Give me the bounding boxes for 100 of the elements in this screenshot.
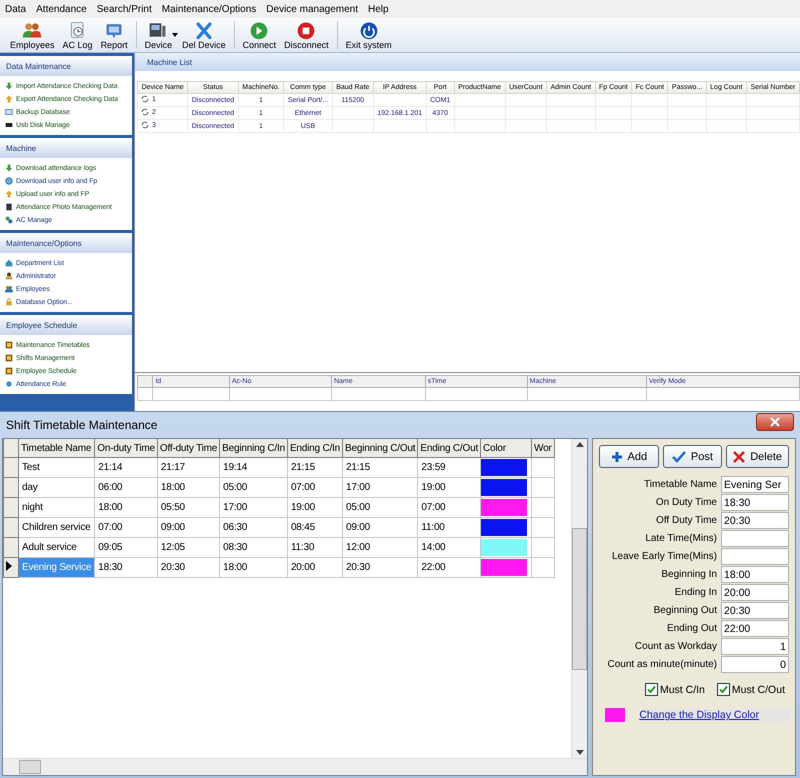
table-cell[interactable]: 11:30 <box>287 538 342 558</box>
caret-icon[interactable] <box>172 33 178 37</box>
table-cell[interactable]: 18:00 <box>94 498 158 518</box>
input-field[interactable] <box>721 530 789 547</box>
table-cell[interactable]: 09:00 <box>342 518 418 538</box>
checkbox[interactable] <box>716 683 730 696</box>
column-header[interactable]: Beginning C/Out <box>342 439 418 458</box>
input-field[interactable]: 0 <box>721 656 789 673</box>
vertical-scrollbar[interactable] <box>571 439 587 758</box>
table-cell[interactable]: 09:00 <box>157 518 220 538</box>
table-cell[interactable]: 21:14 <box>94 458 158 478</box>
table-cell[interactable]: 07:00 <box>94 518 158 538</box>
menu-item[interactable]: Maintenance/Options <box>156 4 262 14</box>
column-header[interactable]: Ending C/In <box>287 439 342 458</box>
menu-item[interactable]: Data <box>0 4 32 14</box>
column-header[interactable]: Ending C/Out <box>418 439 481 458</box>
table-cell[interactable]: 18:00 <box>157 478 220 498</box>
input-field[interactable]: 18:00 <box>721 566 789 583</box>
menu-item[interactable]: Attendance <box>31 4 92 14</box>
table-cell[interactable]: 22:00 <box>418 558 481 578</box>
table-cell[interactable]: 12:00 <box>342 538 418 558</box>
table-cell[interactable]: 21:17 <box>157 458 220 478</box>
table-cell[interactable]: 20:00 <box>287 558 342 578</box>
section-header[interactable]: Data Maintenance <box>0 56 132 76</box>
menu-item[interactable]: Device management <box>261 4 363 14</box>
table-cell[interactable]: 07:00 <box>287 478 342 498</box>
check-icon <box>672 450 686 462</box>
table-cell[interactable]: 20:30 <box>342 558 418 578</box>
table-cell[interactable]: 18:00 <box>220 558 288 578</box>
field-label: Count as Workday <box>634 641 717 652</box>
column-header[interactable]: Wor <box>532 439 554 458</box>
table-cell[interactable]: day <box>18 478 95 498</box>
table-cell[interactable]: 21:15 <box>287 458 342 478</box>
section-header[interactable]: Maintenance/Options <box>0 233 132 253</box>
table-cell[interactable]: 19:00 <box>287 498 342 518</box>
column-header[interactable]: Color <box>480 439 532 458</box>
table-cell[interactable]: 08:45 <box>287 518 342 538</box>
table-cell[interactable]: 19:00 <box>418 478 481 498</box>
checkbox[interactable] <box>644 683 658 696</box>
menu-item[interactable]: Search/Print <box>92 4 157 14</box>
table-cell[interactable]: 08:30 <box>220 538 288 558</box>
column-header[interactable]: Off-duty Time <box>157 439 220 458</box>
column-header[interactable]: Beginning C/In <box>220 439 288 458</box>
action-button[interactable]: Add <box>599 445 659 468</box>
house-icon <box>5 259 13 267</box>
toolbar-button[interactable]: Exit system <box>342 18 396 52</box>
table-cell[interactable]: 05:50 <box>157 498 220 518</box>
table-cell[interactable]: 18:30 <box>94 558 158 578</box>
table-cell[interactable]: 06:00 <box>94 478 158 498</box>
toolbar-button[interactable]: Device <box>140 18 176 52</box>
input-field[interactable]: 20:00 <box>721 584 789 601</box>
toolbar-button[interactable]: Report <box>96 18 132 52</box>
input-field[interactable]: 20:30 <box>721 512 789 529</box>
table-cell[interactable]: Children service <box>18 518 95 538</box>
scroll-up-icon[interactable] <box>576 442 584 447</box>
table-cell[interactable]: 05:00 <box>220 478 288 498</box>
input-field[interactable]: Evening Ser <box>721 476 789 493</box>
change-color-link[interactable]: Change the Display Color <box>639 709 789 721</box>
input-field[interactable]: 20:30 <box>721 602 789 619</box>
table-cell[interactable]: 05:00 <box>342 498 418 518</box>
table-cell[interactable]: 07:00 <box>418 498 481 518</box>
table-cell[interactable]: 23:59 <box>418 458 481 478</box>
table-cell[interactable]: Test <box>18 458 95 478</box>
toolbar-button[interactable]: AC Log <box>58 18 97 52</box>
menu-item[interactable]: Help <box>363 4 394 14</box>
table-cell[interactable]: 09:05 <box>94 538 158 558</box>
action-button[interactable]: Delete <box>726 445 790 468</box>
input-field[interactable]: 18:30 <box>721 494 789 511</box>
input-field[interactable]: 1 <box>721 638 789 655</box>
table-cell[interactable]: 06:30 <box>220 518 288 538</box>
input-field[interactable] <box>721 548 789 565</box>
toolbar-button[interactable]: Employees <box>6 18 59 52</box>
close-button[interactable] <box>756 413 794 431</box>
toolbar-button[interactable]: Del Device <box>178 18 230 52</box>
table-cell[interactable]: 21:15 <box>342 458 418 478</box>
table-cell[interactable]: 11:00 <box>418 518 481 538</box>
up-arrow-icon <box>5 95 13 103</box>
play-icon <box>249 20 270 40</box>
column-header[interactable]: Timetable Name <box>18 439 95 458</box>
input-field[interactable]: 22:00 <box>721 620 789 637</box>
section-header[interactable]: Employee Schedule <box>0 315 132 335</box>
checkbox-label: Must C/Out <box>732 684 785 696</box>
table-cell[interactable]: 20:30 <box>157 558 220 578</box>
scroll-down-icon[interactable] <box>576 750 584 755</box>
close-icon <box>733 450 746 462</box>
section-header[interactable]: Machine <box>0 138 132 158</box>
column-header[interactable]: On-duty Time <box>94 439 158 458</box>
table-cell[interactable]: 19:14 <box>220 458 288 478</box>
field-label: Off Duty Time <box>656 515 717 526</box>
table-cell[interactable]: 17:00 <box>342 478 418 498</box>
table-cell[interactable]: night <box>18 498 95 518</box>
field-label: Count as minute(minute) <box>608 659 717 670</box>
horizontal-scrollbar[interactable] <box>3 758 587 775</box>
toolbar-button[interactable]: Connect <box>238 18 280 52</box>
table-cell[interactable]: 17:00 <box>220 498 288 518</box>
toolbar-button[interactable]: Disconnect <box>280 18 333 52</box>
table-cell[interactable]: 12:05 <box>157 538 220 558</box>
action-button[interactable]: Post <box>662 445 722 468</box>
table-cell[interactable]: 14:00 <box>418 538 481 558</box>
sync-icon <box>141 121 149 129</box>
